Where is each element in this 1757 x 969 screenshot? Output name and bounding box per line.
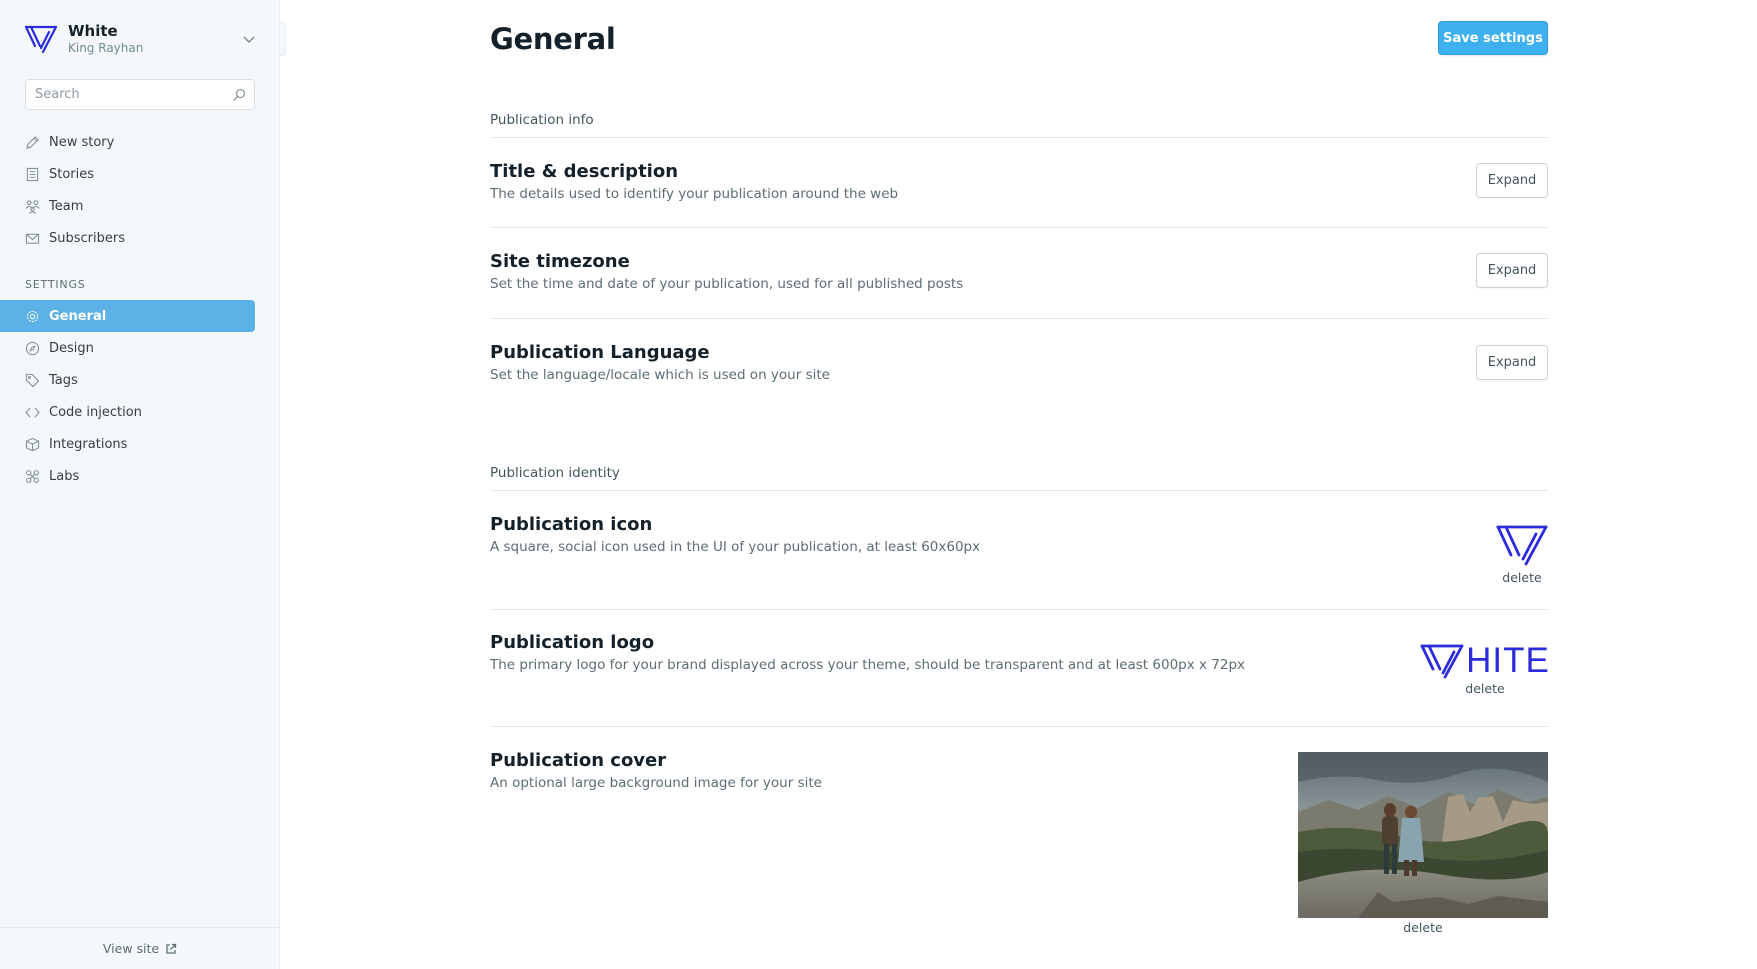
- main-content: General Save settings Publication info T…: [280, 0, 1757, 969]
- publication-info-heading: Publication info: [490, 112, 594, 128]
- delete-publication-icon-link[interactable]: delete: [1502, 570, 1541, 585]
- nav-item-label: Subscribers: [49, 230, 125, 246]
- settings-section-label: SETTINGS: [25, 278, 86, 291]
- box-icon: [25, 437, 40, 451]
- setting-description: The primary logo for your brand displaye…: [490, 657, 1246, 673]
- nav-item-design[interactable]: Design: [0, 332, 255, 364]
- nav-item-label: Tags: [49, 372, 78, 388]
- setting-publication-language: Publication Language Set the language/lo…: [490, 342, 1548, 385]
- setting-publication-cover: Publication cover An optional large back…: [490, 750, 1548, 935]
- divider: [490, 490, 1548, 491]
- setting-publication-logo: Publication logo The primary logo for yo…: [490, 632, 1549, 696]
- nav-item-code-injection[interactable]: Code injection: [0, 396, 255, 428]
- nav-item-label: General: [49, 308, 107, 324]
- publication-icon-preview: delete: [1496, 524, 1548, 585]
- nav-item-integrations[interactable]: Integrations: [0, 428, 255, 460]
- nav-item-new-story[interactable]: New story: [0, 126, 255, 158]
- publication-identity-heading: Publication identity: [490, 465, 620, 481]
- labs-icon: [26, 469, 39, 483]
- nav-item-general[interactable]: General: [0, 300, 255, 332]
- main-nav: New story Stories Team Subscribers: [0, 126, 280, 254]
- nav-item-label: Labs: [49, 468, 80, 484]
- setting-site-timezone: Site timezone Set the time and date of y…: [490, 251, 1548, 294]
- setting-description: Set the language/locale which is used on…: [490, 367, 830, 383]
- expand-publication-language-button[interactable]: Expand: [1476, 345, 1548, 380]
- publication-cover-preview: delete: [1298, 752, 1548, 935]
- publication-cover-image: [1298, 752, 1548, 918]
- document-icon: [26, 167, 39, 181]
- setting-title: Publication Language: [490, 342, 710, 363]
- logo-wordmark: HITE: [1466, 641, 1550, 680]
- nav-item-subscribers[interactable]: Subscribers: [0, 222, 255, 254]
- brand-title: White: [68, 22, 118, 40]
- nav-item-label: Integrations: [49, 436, 128, 452]
- divider: [490, 227, 1548, 228]
- pencil-icon: [26, 135, 39, 149]
- view-site-label: View site: [102, 941, 160, 956]
- divider: [490, 318, 1548, 319]
- setting-title: Publication icon: [490, 514, 653, 535]
- nav-item-label: Stories: [49, 166, 95, 182]
- envelope-icon: [25, 233, 40, 244]
- code-icon: [25, 406, 40, 418]
- team-icon: [25, 199, 40, 214]
- publication-logo-image: HITE: [1420, 642, 1550, 680]
- nav-item-labs[interactable]: Labs: [0, 460, 255, 492]
- nav-item-label: Code injection: [49, 404, 142, 420]
- search-box: [25, 79, 255, 110]
- nav-item-team[interactable]: Team: [0, 190, 255, 222]
- setting-title-description: Title & description The details used to …: [490, 161, 1548, 204]
- view-site-link[interactable]: View site: [0, 927, 280, 969]
- setting-title: Site timezone: [490, 251, 630, 272]
- settings-nav: General Design Tags Code injection Integ…: [0, 300, 280, 492]
- compass-icon: [25, 341, 40, 355]
- delete-publication-cover-link[interactable]: delete: [1403, 920, 1442, 935]
- nav-item-label: New story: [49, 134, 115, 150]
- publication-icon-image: [1496, 525, 1548, 566]
- publication-logo-preview: HITE delete: [1420, 642, 1550, 696]
- divider: [490, 609, 1548, 610]
- chevron-down-icon: [243, 36, 255, 43]
- search-icon: [233, 88, 246, 101]
- logo-mark-icon: [1420, 644, 1464, 679]
- nav-item-stories[interactable]: Stories: [0, 158, 255, 190]
- setting-description: A square, social icon used in the UI of …: [490, 539, 981, 555]
- search-input[interactable]: [26, 80, 254, 109]
- setting-title: Publication logo: [490, 632, 655, 653]
- sidebar: White King Rayhan New story Stories Team…: [0, 0, 280, 969]
- brand-logo-icon: [24, 25, 58, 54]
- expand-site-timezone-button[interactable]: Expand: [1476, 253, 1548, 288]
- publication-switcher[interactable]: White King Rayhan: [24, 22, 256, 56]
- tag-icon: [25, 373, 40, 387]
- brand-text: White King Rayhan: [68, 22, 242, 56]
- page-title: General: [490, 22, 616, 56]
- save-settings-button[interactable]: Save settings: [1438, 21, 1548, 55]
- nav-item-label: Design: [49, 340, 94, 356]
- setting-description: Set the time and date of your publicatio…: [490, 276, 964, 292]
- expand-title-description-button[interactable]: Expand: [1476, 163, 1548, 198]
- external-link-icon: [166, 943, 177, 954]
- delete-publication-logo-link[interactable]: delete: [1465, 681, 1504, 696]
- setting-publication-icon: Publication icon A square, social icon u…: [490, 514, 1548, 585]
- gear-icon: [26, 310, 39, 322]
- nav-item-tags[interactable]: Tags: [0, 364, 255, 396]
- brand-subtitle: King Rayhan: [68, 41, 144, 55]
- divider: [490, 726, 1548, 727]
- setting-title: Title & description: [490, 161, 679, 182]
- nav-item-label: Team: [49, 198, 84, 214]
- setting-description: The details used to identify your public…: [490, 186, 899, 202]
- divider: [490, 137, 1548, 138]
